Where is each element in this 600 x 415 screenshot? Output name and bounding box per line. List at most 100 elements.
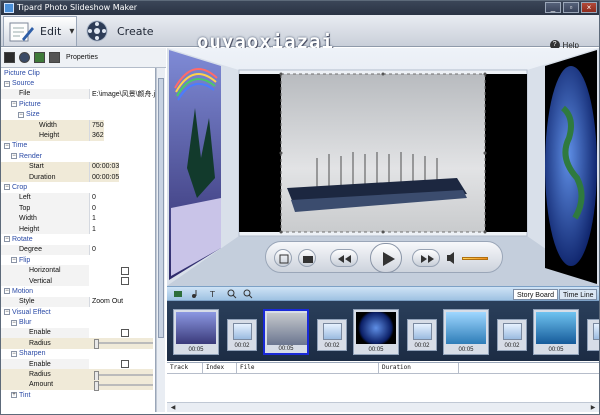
maximize-button[interactable]: ▫ bbox=[563, 2, 579, 13]
sharpen-radius-slider[interactable] bbox=[94, 370, 153, 381]
properties-icon[interactable] bbox=[49, 52, 60, 63]
crop-width-value[interactable]: 1 bbox=[89, 213, 96, 224]
sharpen-amount-slider[interactable] bbox=[94, 380, 153, 391]
prop-row-file[interactable]: File E:\image\风景\颜舟.jp bbox=[1, 88, 155, 100]
storyboard-item[interactable]: 00:05 bbox=[353, 309, 399, 355]
vertical-checkbox[interactable] bbox=[121, 277, 129, 285]
text-icon[interactable]: T bbox=[209, 289, 219, 299]
prop-row-sharpen-amount[interactable]: Amount bbox=[1, 379, 155, 391]
tab-time-line[interactable]: Time Line bbox=[559, 289, 598, 300]
tree-node-source[interactable]: − Source bbox=[1, 78, 155, 88]
tree-node-sharpen[interactable]: − Sharpen bbox=[1, 349, 155, 359]
prop-row-sharpen-enable[interactable]: Enable bbox=[1, 358, 155, 370]
close-button[interactable]: × bbox=[581, 2, 597, 13]
tree-node-picture-clip[interactable]: Picture Clip bbox=[1, 68, 155, 78]
prop-row-top[interactable]: Top 0 bbox=[1, 203, 155, 214]
tree-node-render[interactable]: − Render bbox=[1, 151, 155, 161]
start-value[interactable]: 00:00:03 bbox=[89, 161, 120, 172]
scroll-left-icon[interactable]: ◀ bbox=[169, 404, 177, 412]
next-button[interactable] bbox=[412, 249, 440, 267]
edit-tab[interactable]: Edit ▾ bbox=[3, 16, 77, 46]
tree-node-crop[interactable]: − Crop bbox=[1, 182, 155, 192]
prop-row-left[interactable]: Left 0 bbox=[1, 192, 155, 204]
volume-icon[interactable] bbox=[446, 251, 458, 265]
blur-enable-checkbox[interactable] bbox=[121, 328, 129, 337]
transition-item[interactable]: 00:02 bbox=[317, 319, 347, 351]
storyboard-item[interactable]: 00:05 bbox=[173, 309, 219, 355]
collapse-icon[interactable]: − bbox=[4, 288, 10, 295]
image-import-icon[interactable] bbox=[34, 52, 45, 63]
collapse-icon[interactable]: − bbox=[11, 257, 17, 264]
snapshot-button[interactable] bbox=[298, 249, 316, 267]
create-tab[interactable]: Create bbox=[81, 16, 161, 46]
prop-row-style[interactable]: Style Zoom Out bbox=[1, 296, 155, 307]
music-icon[interactable] bbox=[191, 289, 201, 299]
tree-node-visual-effect[interactable]: − Visual Effect bbox=[1, 307, 155, 317]
prop-row-width[interactable]: Width 750 bbox=[1, 119, 155, 131]
collapse-icon[interactable]: − bbox=[4, 184, 10, 191]
transition-item[interactable] bbox=[587, 319, 599, 351]
tree-node-time[interactable]: − Time bbox=[1, 141, 155, 151]
left-value[interactable]: 0 bbox=[89, 192, 96, 204]
properties-scrollbar[interactable] bbox=[156, 68, 165, 412]
prop-row-height[interactable]: Height 362 bbox=[1, 130, 155, 141]
duration-value[interactable]: 00:00:05 bbox=[89, 171, 120, 183]
timeline-scrollbar[interactable]: ◀ ▶ bbox=[167, 402, 599, 412]
tab-story-board[interactable]: Story Board bbox=[513, 289, 558, 300]
prop-row-vertical[interactable]: Vertical bbox=[1, 275, 155, 287]
film-frame-icon[interactable] bbox=[4, 52, 15, 63]
audio-icon[interactable] bbox=[19, 52, 30, 63]
column-duration[interactable]: Duration bbox=[379, 363, 459, 373]
storyboard-item-selected[interactable]: 00:05 bbox=[263, 309, 309, 355]
collapse-icon[interactable]: − bbox=[11, 319, 17, 326]
chevron-down-icon[interactable]: ▾ bbox=[69, 26, 74, 37]
prop-row-blur-enable[interactable]: Enable bbox=[1, 327, 155, 339]
style-value[interactable]: Zoom Out bbox=[89, 296, 123, 307]
height-value[interactable]: 362 bbox=[89, 130, 104, 141]
column-track[interactable]: Track bbox=[167, 363, 203, 373]
zoom-in-icon[interactable] bbox=[227, 289, 237, 299]
prop-row-crop-height[interactable]: Height 1 bbox=[1, 223, 155, 235]
horizontal-checkbox[interactable] bbox=[121, 266, 129, 275]
tree-node-motion[interactable]: − Motion bbox=[1, 286, 155, 296]
tree-node-flip[interactable]: − Flip bbox=[1, 255, 155, 265]
prop-row-crop-width[interactable]: Width 1 bbox=[1, 213, 155, 224]
collapse-icon[interactable]: − bbox=[18, 111, 24, 118]
degree-value[interactable]: 0 bbox=[89, 244, 96, 256]
add-photo-icon[interactable] bbox=[173, 289, 183, 299]
sharpen-enable-checkbox[interactable] bbox=[121, 360, 129, 369]
width-value[interactable]: 750 bbox=[89, 119, 104, 131]
collapse-icon[interactable]: − bbox=[4, 80, 10, 87]
collapse-icon[interactable]: − bbox=[4, 142, 10, 149]
storyboard-item[interactable]: 00:05 bbox=[443, 309, 489, 355]
play-button[interactable] bbox=[370, 243, 402, 273]
previous-button[interactable] bbox=[330, 249, 358, 267]
expand-icon[interactable]: + bbox=[11, 392, 17, 399]
crop-height-value[interactable]: 1 bbox=[89, 223, 96, 235]
storyboard-item[interactable]: 00:05 bbox=[533, 309, 579, 355]
tree-node-size[interactable]: − Size bbox=[1, 110, 155, 120]
tree-node-tint[interactable]: + Tint bbox=[1, 390, 155, 400]
scroll-right-icon[interactable]: ▶ bbox=[589, 404, 597, 412]
collapse-icon[interactable]: − bbox=[11, 153, 17, 160]
tree-node-rotate[interactable]: − Rotate bbox=[1, 234, 155, 244]
tree-node-picture[interactable]: − Picture bbox=[1, 99, 155, 109]
prop-row-duration[interactable]: Duration 00:00:05 bbox=[1, 171, 155, 183]
collapse-icon[interactable]: − bbox=[11, 350, 17, 357]
tree-node-blur[interactable]: − Blur bbox=[1, 317, 155, 327]
zoom-out-icon[interactable] bbox=[243, 289, 253, 299]
transition-item[interactable]: 00:02 bbox=[407, 319, 437, 351]
volume-slider[interactable] bbox=[462, 257, 488, 260]
prop-row-blur-radius[interactable]: Radius bbox=[1, 338, 155, 350]
transition-item[interactable]: 00:02 bbox=[227, 319, 257, 351]
prop-row-horizontal[interactable]: Horizontal bbox=[1, 265, 155, 276]
prop-row-sharpen-radius[interactable]: Radius bbox=[1, 369, 155, 381]
file-value[interactable]: E:\image\风景\颜舟.jp bbox=[89, 88, 155, 100]
collapse-icon[interactable]: − bbox=[4, 236, 10, 243]
prop-row-degree[interactable]: Degree 0 bbox=[1, 244, 155, 256]
blur-radius-slider[interactable] bbox=[94, 339, 153, 350]
scrollbar-thumb[interactable] bbox=[158, 78, 164, 338]
top-value[interactable]: 0 bbox=[89, 203, 96, 214]
minimize-button[interactable]: _ bbox=[545, 2, 561, 13]
prop-row-start[interactable]: Start 00:00:03 bbox=[1, 161, 155, 172]
